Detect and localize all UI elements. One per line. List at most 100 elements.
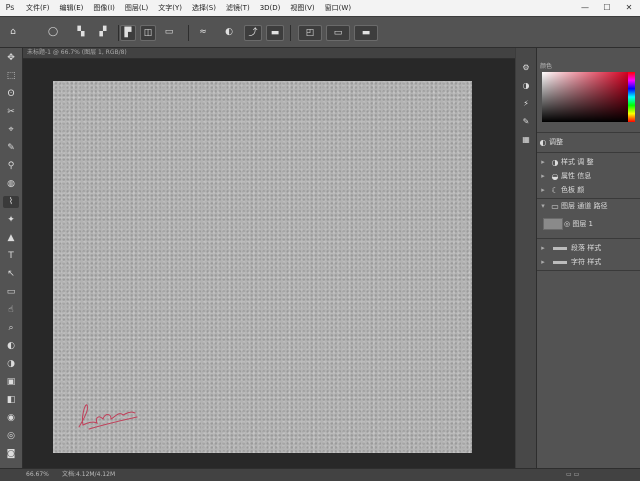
chevron-right-icon: ▸	[541, 172, 545, 180]
status-bar: 66.67% 文档:4.12M/4.12M ▭ ▭	[0, 468, 640, 481]
layers-tabs-label: 图层 通道 路径	[561, 202, 608, 210]
edit-toolbar-icon[interactable]: ◙	[3, 448, 19, 460]
mode-icon-3[interactable]: ▛	[120, 25, 136, 41]
mode-icon-2[interactable]: ▞	[96, 25, 110, 39]
menu-3d[interactable]: 3D(D)	[255, 0, 286, 16]
lasso-tool-icon[interactable]: ʘ	[3, 88, 19, 100]
options-bar: ⌂ ◯ ▚ ▞ ▛ ◫ ▭ ≈ ◐ ⤴ ▬ ◰ ▭ ▬	[0, 17, 640, 48]
minimize-icon[interactable]: —	[574, 0, 596, 16]
shape-tool-icon[interactable]: ▭	[3, 286, 19, 298]
mode-icon-1[interactable]: ▚	[74, 25, 88, 39]
mode-icon-4[interactable]: ◫	[140, 25, 156, 41]
menu-layer[interactable]: 图层(L)	[120, 0, 153, 16]
layer-thumbnail[interactable]	[543, 218, 563, 230]
adjustments-row[interactable]: ◐ 调整	[537, 136, 640, 148]
sharpen-tool-icon[interactable]: ▲	[3, 232, 19, 244]
quick-mask-icon[interactable]: ▣	[3, 376, 19, 388]
swatches-label: 色板 颜	[561, 186, 585, 194]
path-select-icon[interactable]: ↖	[3, 268, 19, 280]
character-icon	[553, 260, 567, 264]
properties-row[interactable]: ▸ ◒ 属性 信息	[537, 170, 640, 182]
layer-name: ◎ 图层 1	[564, 220, 594, 228]
layer-row[interactable]: ◎ 图层 1	[564, 218, 640, 230]
screen-mode-icon[interactable]: ◧	[3, 394, 19, 406]
mode-icon-6[interactable]: ≈	[196, 25, 210, 39]
brush-panel-icon[interactable]: ✎	[519, 116, 533, 128]
panel-icon-strip: ⚙ ◑ ⚡ ✎ ▦	[516, 48, 537, 468]
canvas[interactable]	[53, 81, 472, 453]
paragraph-styles-label: 段落 样式	[571, 244, 602, 252]
menu-file[interactable]: 文件(F)	[21, 0, 55, 16]
swatch-panel-icon[interactable]: ▦	[519, 134, 533, 146]
mode-icon-9[interactable]: ▬	[266, 25, 284, 41]
dodge-tool-icon[interactable]: ◐	[3, 340, 19, 352]
hue-slider[interactable]	[628, 72, 635, 122]
background-color-icon[interactable]: ◎	[3, 430, 19, 442]
chevron-right-icon: ▸	[541, 186, 545, 194]
adjustments-icon: ◐	[539, 137, 547, 147]
menu-window[interactable]: 窗口(W)	[320, 0, 356, 16]
mode-icon-8[interactable]: ⤴	[244, 25, 262, 41]
menu-view[interactable]: 视图(V)	[285, 0, 319, 16]
zoom-tool-icon[interactable]: ⌕	[3, 322, 19, 334]
app-logo: Ps	[5, 3, 15, 12]
menu-image[interactable]: 图像(I)	[88, 0, 120, 16]
layers-icon: ▭	[551, 201, 559, 211]
timeline-icon[interactable]: ▭ ▭	[566, 469, 579, 481]
foreground-color-icon[interactable]: ◉	[3, 412, 19, 424]
menu-bar: Ps 文件(F) 编辑(E) 图像(I) 图层(L) 文字(Y) 选择(S) 滤…	[0, 0, 640, 16]
maximize-icon[interactable]: ☐	[596, 0, 618, 16]
brush-tool-icon[interactable]: ✎	[3, 142, 19, 154]
chevron-right-icon: ▸	[541, 244, 545, 252]
move-tool-icon[interactable]: ✥	[3, 52, 19, 64]
close-icon[interactable]: ✕	[618, 0, 640, 16]
doc-size-info: 文档:4.12M/4.12M	[62, 471, 116, 478]
eyedropper-tool-icon[interactable]: ⌖	[3, 124, 19, 136]
menu-filter[interactable]: 滤镜(T)	[221, 0, 255, 16]
eraser-tool-icon[interactable]: ⌇	[3, 196, 19, 208]
color-panel-icon[interactable]: ◑	[519, 80, 533, 92]
crop-tool-icon[interactable]: ✂	[3, 106, 19, 118]
chevron-right-icon: ▸	[541, 258, 545, 266]
document-tab[interactable]: 未标题-1 @ 66.7% (图层 1, RGB/8)	[23, 48, 515, 59]
styles-row[interactable]: ▸ ◑ 样式 调 整	[537, 156, 640, 168]
chevron-down-icon: ▾	[541, 202, 545, 210]
gradient-tool-icon[interactable]: ✦	[3, 214, 19, 226]
settings-icon[interactable]: ⚙	[519, 62, 533, 74]
chevron-right-icon: ▸	[541, 158, 545, 166]
history-brush-icon[interactable]: ◍	[3, 178, 19, 190]
document-area: 未标题-1 @ 66.7% (图层 1, RGB/8)	[23, 48, 515, 468]
tools-panel: ✥ ⬚ ʘ ✂ ⌖ ✎ ⚲ ◍ ⌇ ✦ ▲ T ↖ ▭ ☝ ⌕ ◐ ◑ ▣ ◧ …	[0, 48, 23, 468]
mode-icon-5[interactable]: ▭	[162, 25, 176, 39]
right-panels: ⚙ ◑ ⚡ ✎ ▦ 颜色 ◐ 调整 ▸ ◑ 样式 调 整 ▸ ◒ 属性 信息 ▸…	[516, 48, 640, 468]
zoom-level[interactable]: 66.67%	[26, 469, 49, 481]
properties-label: 属性 信息	[561, 172, 592, 180]
styles-icon: ◑	[551, 157, 559, 167]
swatches-row[interactable]: ▸ ☾ 色板 颜	[537, 184, 640, 196]
color-spectrum[interactable]	[542, 72, 628, 122]
action-icon[interactable]: ⚡	[519, 98, 533, 110]
paragraph-icon	[553, 246, 567, 250]
align-center-icon[interactable]: ▬	[354, 25, 378, 41]
stamp-tool-icon[interactable]: ⚲	[3, 160, 19, 172]
color-panel-tab[interactable]: 颜色	[540, 62, 552, 72]
align-left-icon[interactable]: ▭	[326, 25, 350, 41]
menu-edit[interactable]: 编辑(E)	[55, 0, 89, 16]
layers-tab-row[interactable]: ▾ ▭ 图层 通道 路径	[537, 200, 640, 212]
swatches-icon: ☾	[551, 185, 559, 195]
tool-preset-icon[interactable]: ⌂	[6, 25, 20, 39]
burn-tool-icon[interactable]: ◑	[3, 358, 19, 370]
character-styles-row[interactable]: ▸ 字符 样式	[537, 256, 640, 268]
hand-tool-icon[interactable]: ☝	[3, 304, 19, 316]
mode-icon-10[interactable]: ◰	[298, 25, 322, 41]
type-tool-icon[interactable]: T	[3, 250, 19, 262]
paragraph-styles-row[interactable]: ▸ 段落 样式	[537, 242, 640, 254]
menu-type[interactable]: 文字(Y)	[153, 0, 187, 16]
signature-mark	[78, 404, 138, 430]
window-controls: — ☐ ✕	[574, 0, 640, 16]
marquee-tool-icon[interactable]: ⬚	[3, 70, 19, 82]
mode-icon-7[interactable]: ◐	[222, 25, 236, 39]
document-tab-title: 未标题-1 @ 66.7% (图层 1, RGB/8)	[27, 49, 127, 56]
menu-select[interactable]: 选择(S)	[187, 0, 221, 16]
brush-size-icon[interactable]: ◯	[46, 25, 60, 39]
